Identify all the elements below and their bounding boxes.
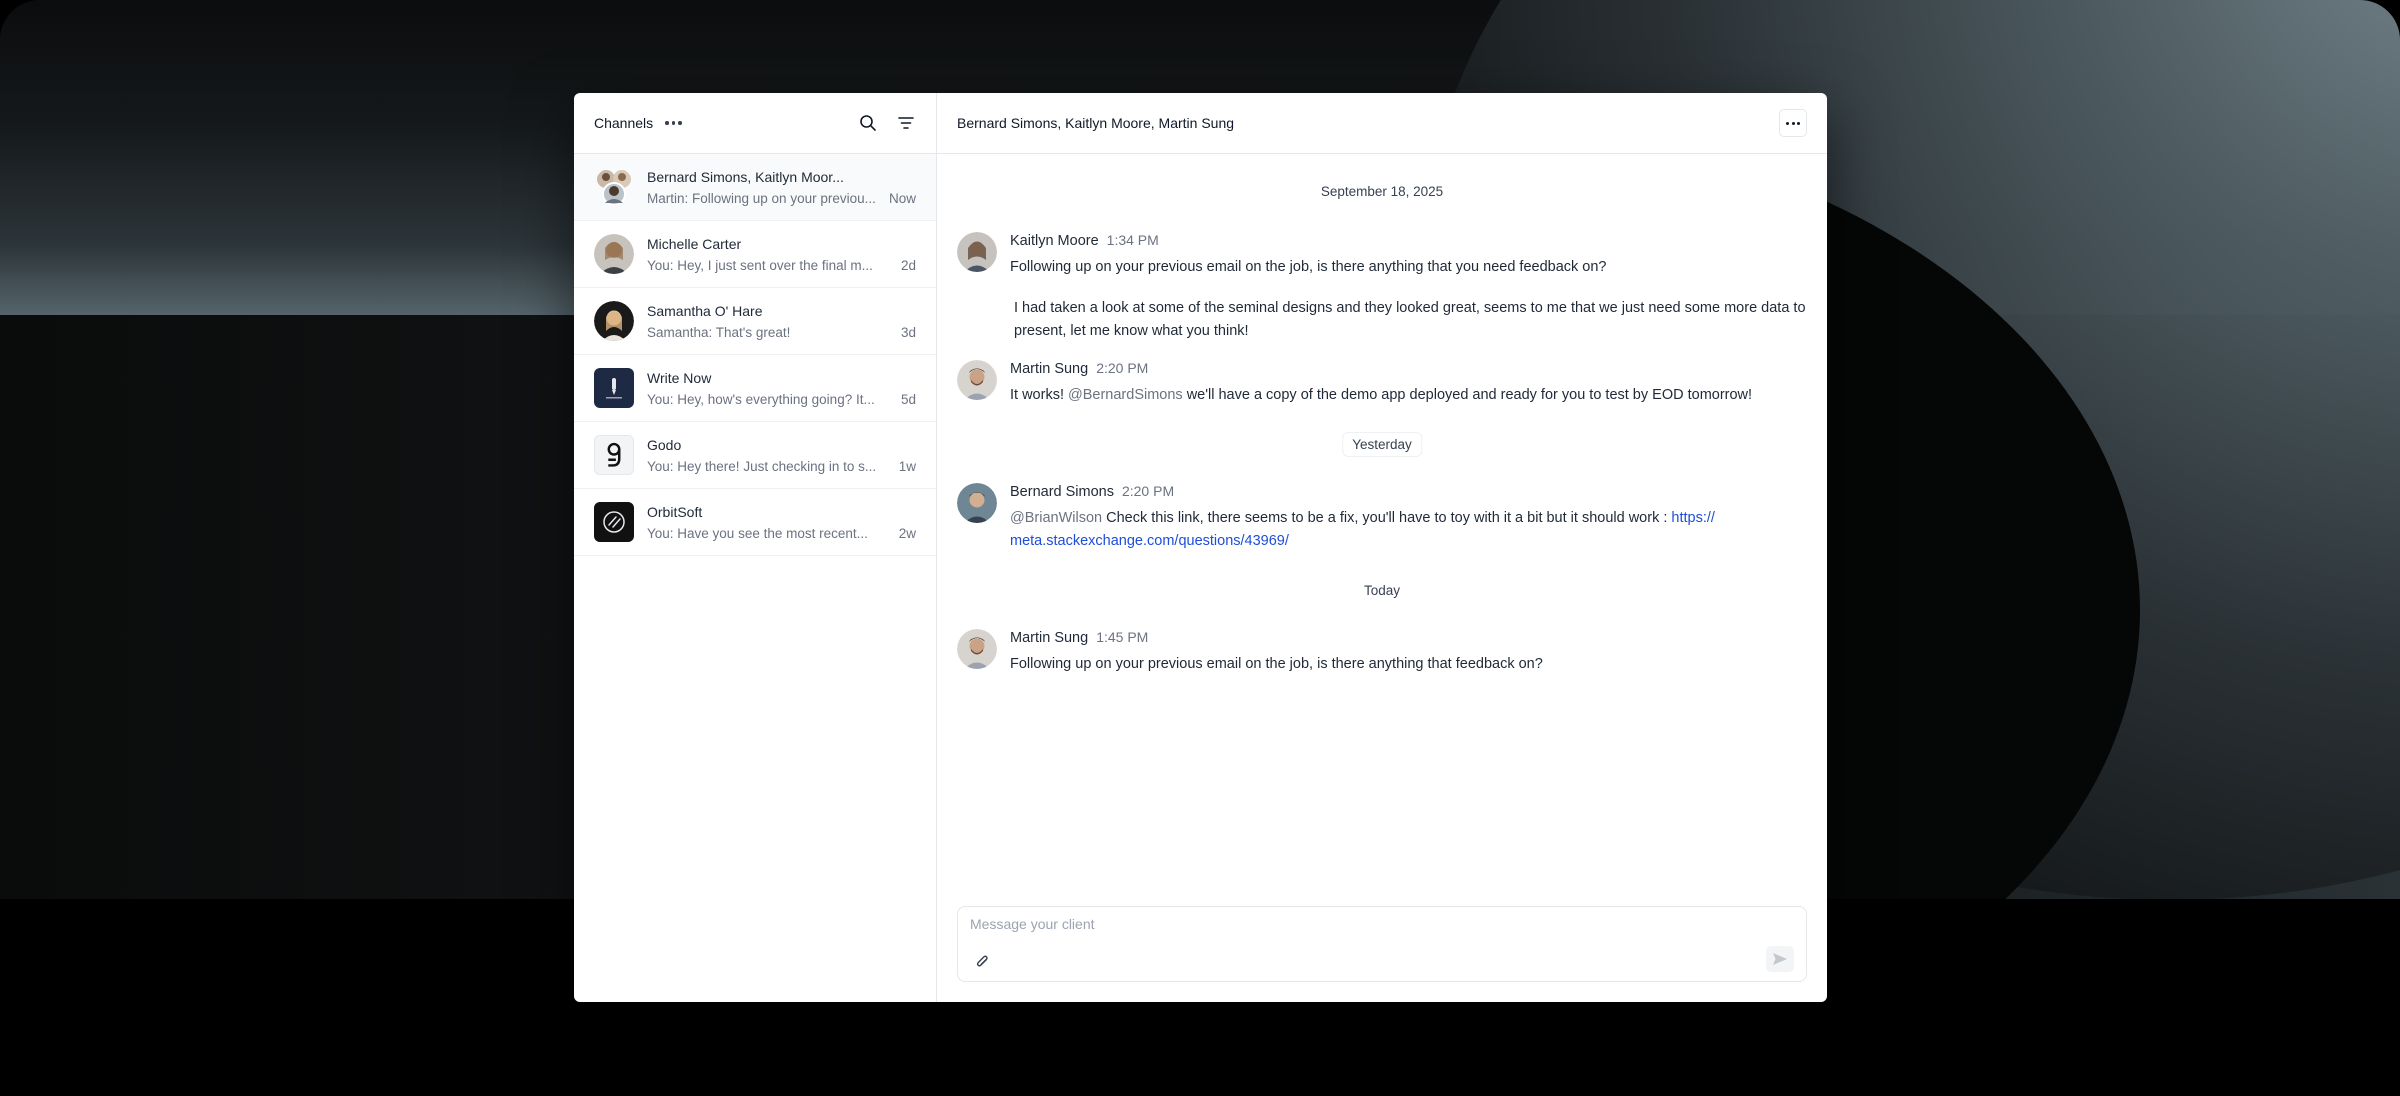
channel-item-group[interactable]: Bernard Simons, Kaitlyn Moor... Martin: … xyxy=(574,154,936,221)
channels-sidebar: Channels Bernard Simons, Kaitlyn Moor...… xyxy=(574,93,937,1002)
message-text: I had taken a look at some of the semina… xyxy=(1014,300,1806,339)
sidebar-actions xyxy=(858,113,916,133)
channel-time: 3d xyxy=(900,324,916,340)
channel-name: OrbitSoft xyxy=(647,503,703,520)
message-martin-1: Martin Sung 2:20 PM It works! @BernardSim… xyxy=(957,360,1807,407)
channel-preview: You: Hey there! Just checking in to s... xyxy=(647,458,877,474)
message-author: Martin Sung xyxy=(1010,361,1089,377)
paperclip-icon[interactable] xyxy=(974,953,992,971)
message-time: 2:20 PM xyxy=(1121,483,1175,499)
kaitlyn-avatar-icon xyxy=(957,232,997,272)
message-list: September 18, 2025 Kaitlyn Moore 1:34 PM … xyxy=(937,154,1827,1002)
channel-name: Godo xyxy=(647,436,682,453)
message-composer xyxy=(957,906,1807,982)
channel-preview: You: Hey, how's everything going? It... xyxy=(647,391,875,407)
conversation-title: Bernard Simons, Kaitlyn Moore, Martin Su… xyxy=(957,115,1235,131)
message-input[interactable] xyxy=(970,916,1794,932)
conversation-panel: Bernard Simons, Kaitlyn Moore, Martin Su… xyxy=(937,93,1827,1002)
channel-time: 2d xyxy=(900,257,916,273)
date-divider: Yesterday xyxy=(1342,432,1422,457)
channel-preview: Martin: Following up on your previou... xyxy=(647,190,876,206)
message-text-part: we'll have a copy of the demo app deploy… xyxy=(1182,387,1753,403)
sidebar-title: Channels xyxy=(594,115,654,131)
search-icon[interactable] xyxy=(858,113,878,133)
orbitsoft-logo-icon xyxy=(594,502,634,542)
message-time: 1:45 PM xyxy=(1096,629,1149,645)
message-text: Following up on your previous email on t… xyxy=(1010,656,1543,672)
samantha-avatar-icon xyxy=(594,301,634,341)
message-bernard: Bernard Simons 2:20 PM @BrianWilson Check… xyxy=(957,483,1807,553)
message-text-part: Check this link, there seems to be a fix… xyxy=(1102,510,1672,526)
message-author: Kaitlyn Moore xyxy=(1010,233,1099,249)
channel-name: Samantha O' Hare xyxy=(647,302,763,319)
conversation-header: Bernard Simons, Kaitlyn Moore, Martin Su… xyxy=(937,93,1827,154)
chat-window: Channels Bernard Simons, Kaitlyn Moor...… xyxy=(574,93,1827,1002)
message-time: 1:34 PM xyxy=(1106,232,1159,248)
mention-bernard[interactable]: @BernardSimons xyxy=(1068,387,1183,403)
message-text: @BrianWilson Check this link, there seem… xyxy=(1010,507,1807,553)
channel-time: 1w xyxy=(898,458,916,474)
date-divider: Today xyxy=(1353,578,1411,603)
michelle-avatar-icon xyxy=(594,234,634,274)
channel-name: Bernard Simons, Kaitlyn Moor... xyxy=(647,168,844,185)
channel-item-orbitsoft[interactable]: OrbitSoft You: Have you see the most rec… xyxy=(574,489,936,556)
conversation-more-button[interactable] xyxy=(1779,109,1807,137)
write-now-logo-icon xyxy=(594,368,634,408)
message-text: Following up on your previous email on t… xyxy=(1010,259,1607,275)
date-divider: September 18, 2025 xyxy=(1310,179,1454,204)
channel-name: Write Now xyxy=(647,369,712,386)
bernard-avatar-icon xyxy=(957,483,997,523)
message-kaitlyn: Kaitlyn Moore 1:34 PM Following up on you… xyxy=(957,232,1807,343)
message-author: Martin Sung xyxy=(1010,630,1089,646)
channels-more-icon[interactable] xyxy=(665,121,682,125)
channel-time: Now xyxy=(888,190,916,206)
channel-preview: You: Have you see the most recent... xyxy=(647,525,868,541)
mention-brian[interactable]: @BrianWilson xyxy=(1010,510,1102,526)
sidebar-header: Channels xyxy=(574,93,936,154)
martin-avatar-icon xyxy=(957,360,997,400)
filter-icon[interactable] xyxy=(896,113,916,133)
channel-item-samantha-ohare[interactable]: Samantha O' Hare Samantha: That's great!… xyxy=(574,288,936,355)
message-author: Bernard Simons xyxy=(1010,484,1114,500)
message-text: It works! @BernardSimons we'll have a co… xyxy=(1010,384,1807,407)
channel-item-write-now[interactable]: Write Now You: Hey, how's everything goi… xyxy=(574,355,936,422)
channel-time: 5d xyxy=(900,391,916,407)
channel-name: Michelle Carter xyxy=(647,235,742,252)
desktop-background: Channels Bernard Simons, Kaitlyn Moor...… xyxy=(0,0,2400,1096)
message-time: 2:20 PM xyxy=(1096,360,1149,376)
channel-time: 2w xyxy=(898,525,916,541)
message-martin-2: Martin Sung 1:45 PM Following up on your … xyxy=(957,629,1807,676)
channel-preview: Samantha: That's great! xyxy=(647,324,791,340)
channel-preview: You: Hey, I just sent over the final m..… xyxy=(647,257,873,273)
send-icon xyxy=(1773,953,1787,965)
channel-item-michelle-carter[interactable]: Michelle Carter You: Hey, I just sent ov… xyxy=(574,221,936,288)
godo-logo-icon xyxy=(594,435,634,475)
send-button[interactable] xyxy=(1766,946,1794,972)
martin-avatar-icon xyxy=(957,629,997,669)
message-text-part: It works! xyxy=(1010,387,1069,403)
group-avatar-icon xyxy=(594,167,634,207)
channel-item-godo[interactable]: Godo You: Hey there! Just checking in to… xyxy=(574,422,936,489)
